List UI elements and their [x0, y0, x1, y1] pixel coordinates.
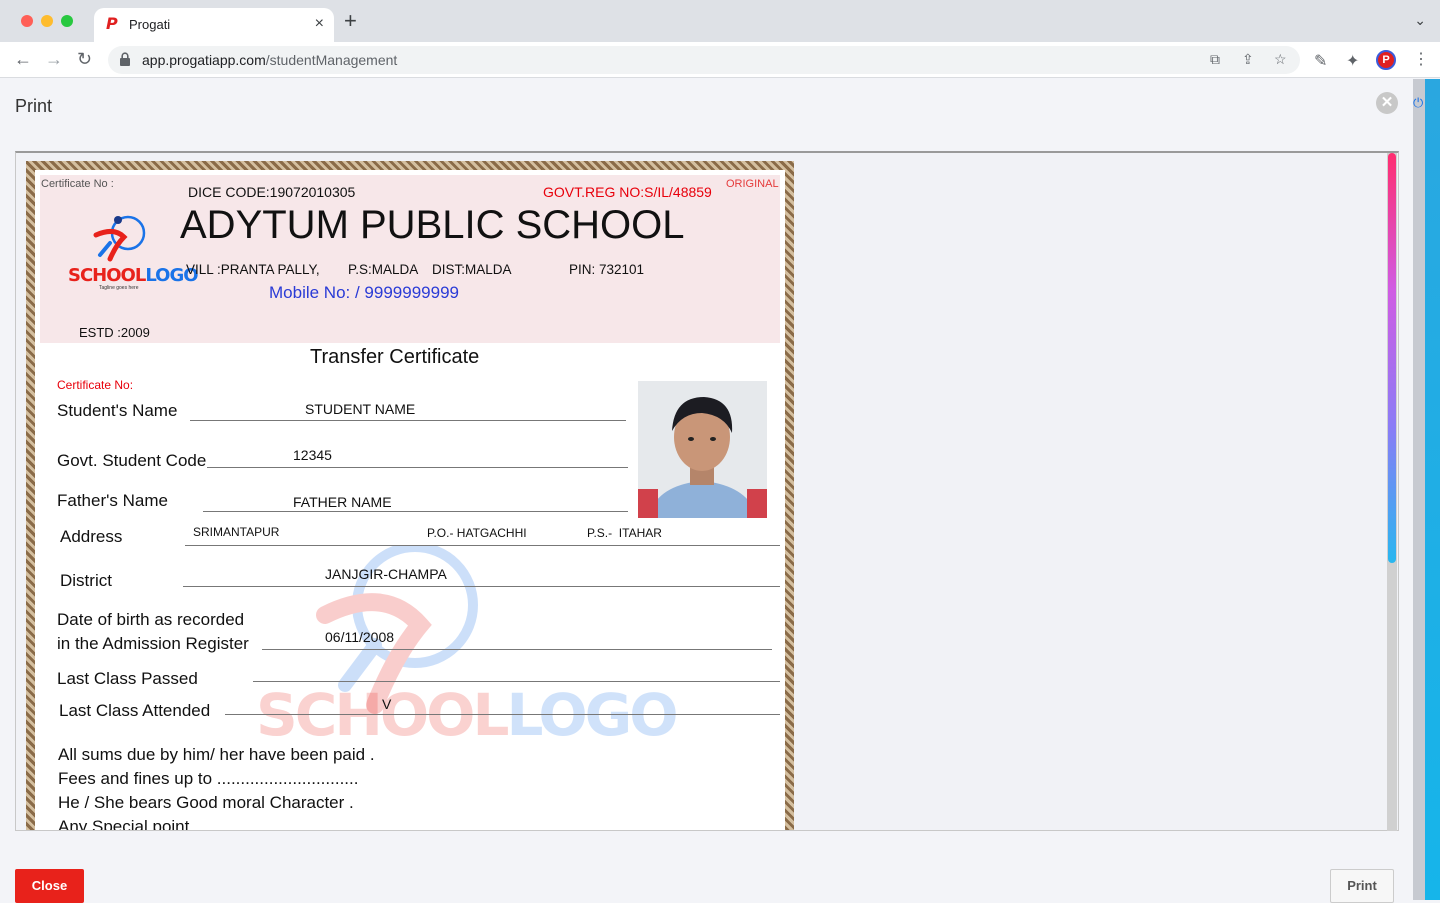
last-class-passed-rule	[253, 681, 780, 682]
statement-moral-character: He / She bears Good moral Character .	[58, 793, 354, 812]
profile-avatar[interactable]: P	[1376, 50, 1396, 70]
eyedropper-icon[interactable]: ✎	[1314, 51, 1327, 71]
student-code-value: 12345	[293, 447, 332, 463]
address-ps-value: P.S.- ITAHAR	[587, 526, 662, 540]
bookmark-star-icon[interactable]: ☆	[1274, 51, 1287, 68]
print-preview-frame[interactable]: Certificate No : DICE CODE:19072010305 G…	[15, 151, 1399, 831]
lock-icon	[120, 52, 130, 66]
certificate-body: Certificate No : DICE CODE:19072010305 G…	[40, 175, 780, 831]
progati-favicon-icon: P	[106, 14, 118, 33]
tab-title: Progati	[129, 17, 171, 32]
print-button[interactable]: Print	[1330, 869, 1394, 903]
certificate-no-top: Certificate No :	[41, 178, 114, 190]
dob-label-line-1: Date of birth as recorded	[57, 610, 245, 629]
window-minimize-icon[interactable]	[41, 15, 53, 27]
address-po-value: P.O.- HATGACHHI	[427, 526, 527, 540]
url-path: /studentManagement	[265, 52, 398, 68]
address-bar[interactable]: app.progatiapp.com/studentManagement ⧉ ⇪…	[108, 46, 1300, 74]
established-year: ESTD :2009	[79, 325, 150, 340]
district-label: District	[60, 571, 112, 590]
extensions-puzzle-icon[interactable]: ✦	[1346, 51, 1359, 71]
url-domain: app.progatiapp.com	[142, 52, 266, 68]
address-village-value: SRIMANTAPUR	[193, 525, 280, 539]
watermark-word-school: SCHOOL	[256, 681, 509, 749]
student-name-value: STUDENT NAME	[305, 401, 416, 417]
modal-title: Print	[15, 96, 53, 116]
address-pin: PIN: 732101	[569, 262, 645, 277]
address-ps: P.S:MALDA	[348, 262, 419, 277]
logo-word-school: SCHOOL	[68, 265, 146, 286]
address-vill: VILL :PRANTA PALLY,	[186, 262, 320, 277]
mobile-number: Mobile No: / 9999999999	[269, 283, 459, 302]
address-dist: DIST:MALDA	[432, 262, 512, 277]
background-app-scrollbar	[1425, 79, 1440, 900]
browser-toolbar: ← → ↻ app.progatiapp.com/studentManageme…	[0, 42, 1440, 78]
tab-close-icon[interactable]: ×	[315, 15, 324, 33]
browser-tab[interactable]: P Progati ×	[94, 8, 334, 42]
district-rule	[183, 586, 780, 587]
student-code-rule	[207, 467, 628, 468]
tab-search-chevron-down-icon[interactable]: ⌄	[1414, 12, 1426, 29]
dob-label-line-2: in the Admission Register	[57, 634, 249, 653]
dob-value: 06/11/2008	[325, 629, 395, 645]
govt-reg-no: GOVT.REG NO:S/IL/48859	[543, 184, 712, 200]
certificate-title: Transfer Certificate	[310, 346, 480, 368]
last-class-attended-label: Last Class Attended	[59, 701, 211, 720]
logo-wordmark: SCHOOLLOGO	[68, 265, 199, 286]
share-icon[interactable]: ⇪	[1242, 51, 1254, 68]
power-icon[interactable]: ⏻	[1413, 95, 1423, 111]
reload-icon[interactable]: ↻	[77, 49, 92, 69]
watermark-wordmark: SCHOOLLOGO	[256, 681, 679, 749]
url-text[interactable]: app.progatiapp.com/studentManagement	[142, 52, 397, 68]
father-name-value: FATHER NAME	[293, 494, 392, 510]
school-name: ADYTUM PUBLIC SCHOOL	[180, 203, 685, 247]
last-class-attended-rule	[225, 714, 780, 715]
watermark-word-logo: LOGO	[506, 681, 678, 749]
open-in-new-window-icon[interactable]: ⧉	[1210, 51, 1220, 68]
original-mark: ORIGINAL	[726, 178, 779, 190]
browser-tab-bar: P Progati × + ⌄	[0, 0, 1440, 42]
new-tab-button[interactable]: +	[344, 10, 357, 32]
statement-fees-fines: Fees and fines up to ...................…	[58, 769, 359, 788]
last-class-attended-value: V	[382, 696, 392, 712]
page: ⏻ Print ✕ Certificate No : DICE CODE:190…	[0, 79, 1440, 903]
statement-dues-paid: All sums due by him/ her have been paid …	[58, 745, 375, 764]
address-label: Address	[60, 527, 123, 546]
district-value: JANJGIR-CHAMPA	[325, 566, 447, 582]
transfer-certificate: Certificate No : DICE CODE:19072010305 G…	[26, 161, 794, 831]
student-name-label: Student's Name	[57, 401, 178, 420]
window-close-icon[interactable]	[21, 15, 33, 27]
window-maximize-icon[interactable]	[61, 15, 73, 27]
last-class-passed-label: Last Class Passed	[57, 669, 198, 688]
back-arrow-icon[interactable]: ←	[14, 49, 32, 69]
student-name-rule	[190, 420, 626, 421]
browser-menu-icon[interactable]: ⋮	[1413, 49, 1429, 69]
close-button[interactable]: Close	[15, 869, 84, 903]
statement-special-point: Any Special point	[58, 817, 190, 831]
dob-rule	[262, 649, 772, 650]
student-photo	[638, 381, 767, 518]
logo-tagline: Tagline goes here	[99, 285, 139, 291]
forward-arrow-icon[interactable]: →	[45, 49, 63, 69]
preview-scrollbar-thumb[interactable]	[1388, 153, 1396, 563]
modal-close-icon[interactable]: ✕	[1376, 92, 1398, 114]
student-code-label: Govt. Student Code	[57, 451, 207, 470]
father-name-rule	[203, 511, 628, 512]
dice-code: DICE CODE:19072010305	[188, 184, 356, 200]
address-rule	[185, 545, 780, 546]
certificate-header: Certificate No : DICE CODE:19072010305 G…	[40, 175, 780, 343]
certificate-no-label: Certificate No:	[57, 378, 134, 392]
father-name-label: Father's Name	[57, 491, 168, 510]
